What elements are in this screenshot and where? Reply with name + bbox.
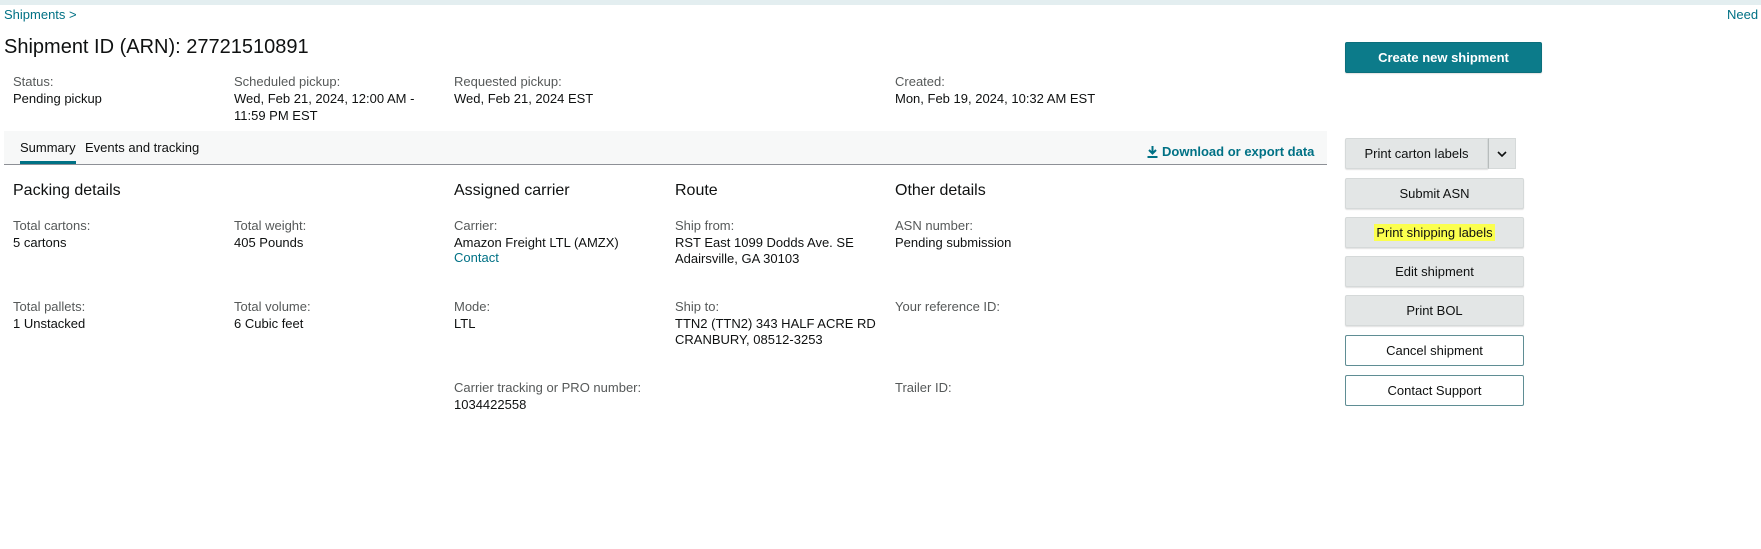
total-weight-value: 405 Pounds	[234, 235, 304, 250]
print-carton-labels-dropdown[interactable]	[1488, 138, 1516, 169]
tab-summary[interactable]: Summary	[20, 140, 76, 164]
ship-to-label: Ship to:	[675, 299, 720, 314]
page-title: Shipment ID (ARN): 27721510891	[4, 36, 309, 58]
asn-number-label: ASN number:	[895, 218, 974, 233]
tracking-number-value: 1034422558	[454, 397, 527, 412]
ship-from-line2: Adairsville, GA 30103	[675, 251, 800, 266]
tab-events-and-tracking[interactable]: Events and tracking	[85, 140, 199, 155]
trailer-id-label: Trailer ID:	[895, 380, 952, 395]
create-new-shipment-button[interactable]: Create new shipment	[1345, 42, 1542, 73]
created-value: Mon, Feb 19, 2024, 10:32 AM EST	[895, 91, 1096, 106]
mode-value: LTL	[454, 316, 476, 331]
need-help-link[interactable]: Need	[1727, 7, 1758, 22]
total-volume-label: Total volume:	[234, 299, 311, 314]
reference-id-label: Your reference ID:	[895, 299, 1001, 314]
requested-pickup-label: Requested pickup:	[454, 74, 562, 89]
assigned-carrier-heading: Assigned carrier	[454, 182, 570, 199]
total-cartons-label: Total cartons:	[13, 218, 91, 233]
chevron-down-icon	[1497, 150, 1507, 157]
scheduled-pickup-value: Wed, Feb 21, 2024, 12:00 AM - 11:59 PM E…	[234, 91, 415, 123]
total-weight-label: Total weight:	[234, 218, 307, 233]
scheduled-pickup-label: Scheduled pickup:	[234, 74, 341, 89]
print-carton-labels-button[interactable]: Print carton labels	[1345, 138, 1488, 169]
print-shipping-labels-button[interactable]: Print shipping labels	[1345, 217, 1524, 248]
ship-to-line1: TTN2 (TTN2) 343 HALF ACRE RD	[675, 316, 876, 331]
download-export-button[interactable]: Download or export data	[1147, 144, 1314, 159]
total-volume-value: 6 Cubic feet	[234, 316, 304, 331]
ship-from-label: Ship from:	[675, 218, 735, 233]
print-bol-button[interactable]: Print BOL	[1345, 295, 1524, 326]
cancel-shipment-button[interactable]: Cancel shipment	[1345, 335, 1524, 366]
carrier-contact-link[interactable]: Contact	[454, 250, 499, 265]
edit-shipment-button[interactable]: Edit shipment	[1345, 256, 1524, 287]
total-pallets-label: Total pallets:	[13, 299, 86, 314]
route-heading: Route	[675, 182, 718, 199]
download-icon	[1147, 146, 1158, 158]
print-shipping-labels-label: Print shipping labels	[1374, 224, 1495, 241]
mode-label: Mode:	[454, 299, 491, 314]
ship-to-line2: CRANBURY, 08512-3253	[675, 332, 823, 347]
top-bar	[0, 0, 1761, 5]
created-label: Created:	[895, 74, 945, 89]
ship-from-line1: RST East 1099 Dodds Ave. SE	[675, 235, 854, 250]
carrier-value: Amazon Freight LTL (AMZX)	[454, 235, 619, 250]
breadcrumb-shipments[interactable]: Shipments >	[4, 7, 77, 22]
contact-support-button[interactable]: Contact Support	[1345, 375, 1524, 406]
asn-number-value: Pending submission	[895, 235, 1012, 250]
packing-details-heading: Packing details	[13, 182, 121, 199]
download-export-label: Download or export data	[1162, 144, 1315, 159]
status-value: Pending pickup	[13, 91, 102, 106]
requested-pickup-value: Wed, Feb 21, 2024 EST	[454, 91, 594, 106]
tracking-number-label: Carrier tracking or PRO number:	[454, 380, 642, 395]
other-details-heading: Other details	[895, 182, 986, 199]
status-label: Status:	[13, 74, 54, 89]
carrier-label: Carrier:	[454, 218, 498, 233]
submit-asn-button[interactable]: Submit ASN	[1345, 178, 1524, 209]
tab-bar: Summary Events and tracking Download or …	[4, 131, 1327, 165]
total-pallets-value: 1 Unstacked	[13, 316, 86, 331]
total-cartons-value: 5 cartons	[13, 235, 67, 250]
